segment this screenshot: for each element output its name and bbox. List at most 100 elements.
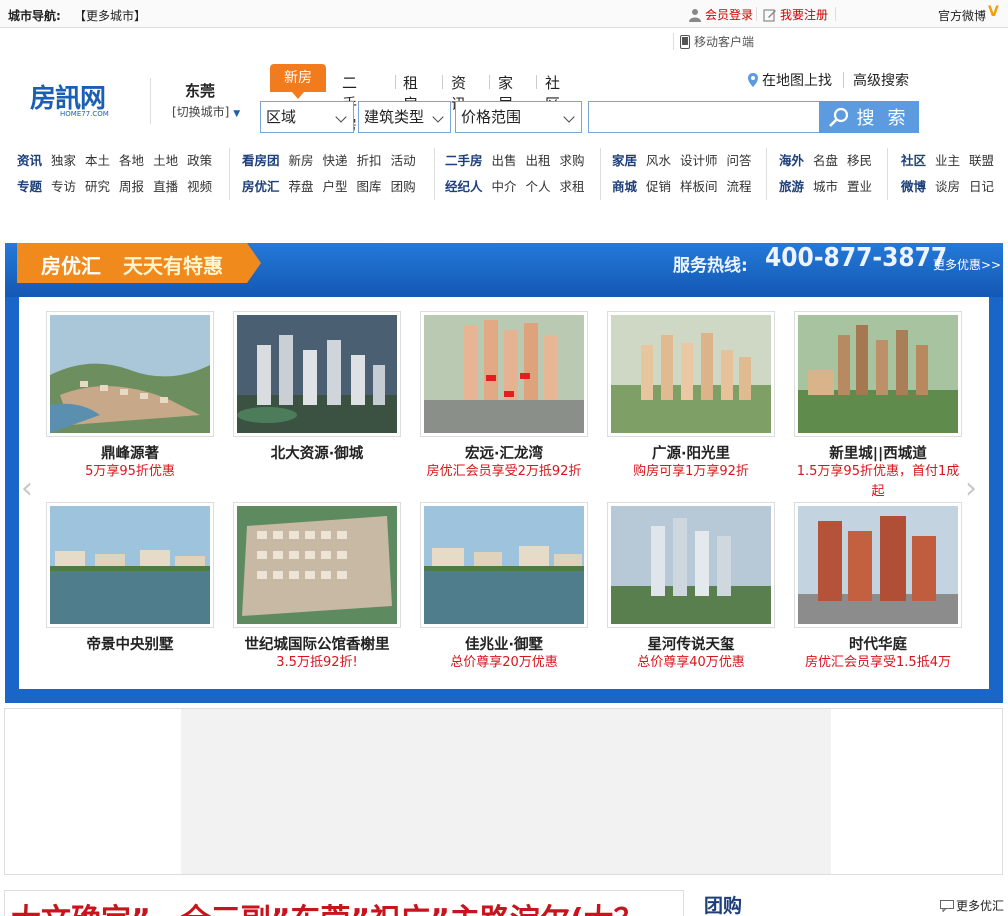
link-item[interactable]: 土地 [153, 150, 178, 169]
link-item[interactable]: 流程 [727, 176, 752, 195]
link-item[interactable]: 房优汇 [242, 176, 280, 195]
property-image[interactable] [420, 311, 588, 437]
link-item[interactable]: 日记 [969, 176, 994, 195]
link-item[interactable]: 政策 [187, 150, 212, 169]
link-item[interactable]: 直播 [153, 176, 178, 195]
link-item[interactable]: 图库 [357, 176, 382, 195]
link-item[interactable]: 专题 [17, 176, 42, 195]
property-card[interactable]: 星河传说天玺 总价尊享40万优惠 [607, 502, 775, 688]
chevron-right-icon[interactable]: › [965, 471, 977, 506]
property-card[interactable]: 时代华庭 房优汇会员享受1.5抵4万 [794, 502, 962, 688]
property-card[interactable]: 佳兆业·御墅 总价尊享20万优惠 [420, 502, 588, 688]
property-name[interactable]: 鼎峰源著 [46, 442, 214, 463]
search-button[interactable]: 搜 索 [819, 101, 919, 133]
building-type-select[interactable]: 建筑类型 [358, 101, 451, 133]
chevron-left-icon[interactable]: ‹ [21, 471, 33, 506]
link-item[interactable]: 置业 [847, 176, 872, 195]
link-item[interactable]: 户型 [323, 176, 348, 195]
property-name[interactable]: 佳兆业·御墅 [420, 633, 588, 654]
link-item[interactable]: 快递 [323, 150, 348, 169]
property-card[interactable]: 世纪城国际公馆香榭里 3.5万抵92折! [233, 502, 401, 688]
link-item[interactable]: 求购 [560, 150, 585, 169]
link-item[interactable]: 社区 [901, 150, 926, 169]
property-card[interactable]: 广源·阳光里 购房可享1万享92折 [607, 311, 775, 497]
link-item[interactable]: 荐盘 [289, 176, 314, 195]
link-item[interactable]: 问答 [727, 150, 752, 169]
link-item[interactable]: 业主 [935, 150, 960, 169]
link-item[interactable]: 微博 [901, 176, 926, 195]
property-image[interactable] [794, 311, 962, 437]
link-item[interactable]: 团购 [391, 176, 416, 195]
price-range-select[interactable]: 价格范围 [455, 101, 582, 133]
property-card[interactable]: 帝景中央别墅 [46, 502, 214, 688]
link-item[interactable]: 移民 [847, 150, 872, 169]
site-logo[interactable]: 房訊网 HOME77.COM [30, 78, 130, 124]
link-item[interactable]: 城市 [813, 176, 838, 195]
property-name[interactable]: 广源·阳光里 [607, 442, 775, 463]
link-item[interactable]: 海外 [779, 150, 804, 169]
property-name[interactable]: 帝景中央别墅 [46, 633, 214, 654]
link-item[interactable]: 出售 [492, 150, 517, 169]
tab-new-house[interactable]: 新房 [270, 64, 326, 99]
link-item[interactable]: 周报 [119, 176, 144, 195]
link-item[interactable]: 中介 [492, 176, 517, 195]
property-card[interactable]: 新里城||西城道 1.5万享95折优惠，首付1成起 [794, 311, 962, 499]
link-item[interactable]: 折扣 [357, 150, 382, 169]
property-name[interactable]: 新里城||西城道 [794, 442, 962, 463]
link-item[interactable]: 视频 [187, 176, 212, 195]
property-image[interactable] [420, 502, 588, 628]
register-link[interactable]: 我要注册 [763, 6, 828, 23]
link-item[interactable]: 研究 [85, 176, 110, 195]
link-item[interactable]: 旅游 [779, 176, 804, 195]
advanced-search-link[interactable]: 高级搜索 [853, 70, 909, 90]
property-name[interactable]: 北大资源·御城 [233, 442, 401, 463]
property-image[interactable] [233, 311, 401, 437]
link-item[interactable]: 经纪人 [445, 176, 483, 195]
link-item[interactable]: 资讯 [17, 150, 42, 169]
link-item[interactable]: 谈房 [935, 176, 960, 195]
search-input[interactable] [588, 101, 820, 133]
more-deals-link[interactable]: 更多优惠>> [933, 256, 1001, 273]
link-item[interactable]: 活动 [391, 150, 416, 169]
property-image[interactable] [46, 311, 214, 437]
group-buy-title[interactable]: 团购 [704, 891, 742, 916]
link-item[interactable]: 二手房 [445, 150, 483, 169]
login-link[interactable]: 会员登录 [688, 6, 753, 23]
link-item[interactable]: 促销 [646, 176, 671, 195]
property-image[interactable] [607, 502, 775, 628]
switch-city-button[interactable]: [切换城市] ▼ [172, 103, 240, 120]
link-item[interactable]: 各地 [119, 150, 144, 169]
link-item[interactable]: 样板间 [680, 176, 718, 195]
property-name[interactable]: 星河传说天玺 [607, 633, 775, 654]
link-item[interactable]: 风水 [646, 150, 671, 169]
link-item[interactable]: 求租 [560, 176, 585, 195]
link-item[interactable]: 家居 [612, 150, 637, 169]
link-item[interactable]: 个人 [526, 176, 551, 195]
property-image[interactable] [46, 502, 214, 628]
property-card[interactable]: 宏远·汇龙湾 房优汇会员享受2万抵92折 [420, 311, 588, 497]
map-search-link[interactable]: 在地图上找 [748, 70, 832, 90]
region-select[interactable]: 区域 [260, 101, 354, 133]
link-item[interactable]: 联盟 [969, 150, 994, 169]
link-item[interactable]: 本土 [85, 150, 110, 169]
headline-text[interactable]: 大文确定”，全三副”东莞”祝广”主路淀尔(大？ [11, 895, 644, 916]
ad-placeholder[interactable] [181, 709, 831, 874]
ad-banner[interactable] [4, 708, 1003, 875]
link-item[interactable]: 专访 [51, 176, 76, 195]
property-image[interactable] [794, 502, 962, 628]
property-image[interactable] [607, 311, 775, 437]
link-item[interactable]: 新房 [289, 150, 314, 169]
link-item[interactable]: 出租 [526, 150, 551, 169]
property-card[interactable]: 鼎峰源著 5万享95折优惠 [46, 311, 214, 497]
more-deals-bottom-link[interactable]: 更多优汇 [940, 897, 1004, 914]
link-item[interactable]: 看房团 [242, 150, 280, 169]
property-image[interactable] [233, 502, 401, 628]
link-item[interactable]: 设计师 [680, 150, 718, 169]
link-item[interactable]: 商城 [612, 176, 637, 195]
property-name[interactable]: 宏远·汇龙湾 [420, 442, 588, 463]
property-card[interactable]: 北大资源·御城 [233, 311, 401, 497]
mobile-client-link[interactable]: 移动客户端 [673, 33, 754, 50]
more-city-link[interactable]: 【更多城市】 [74, 7, 146, 24]
property-name[interactable]: 时代华庭 [794, 633, 962, 654]
link-item[interactable]: 名盘 [813, 150, 838, 169]
